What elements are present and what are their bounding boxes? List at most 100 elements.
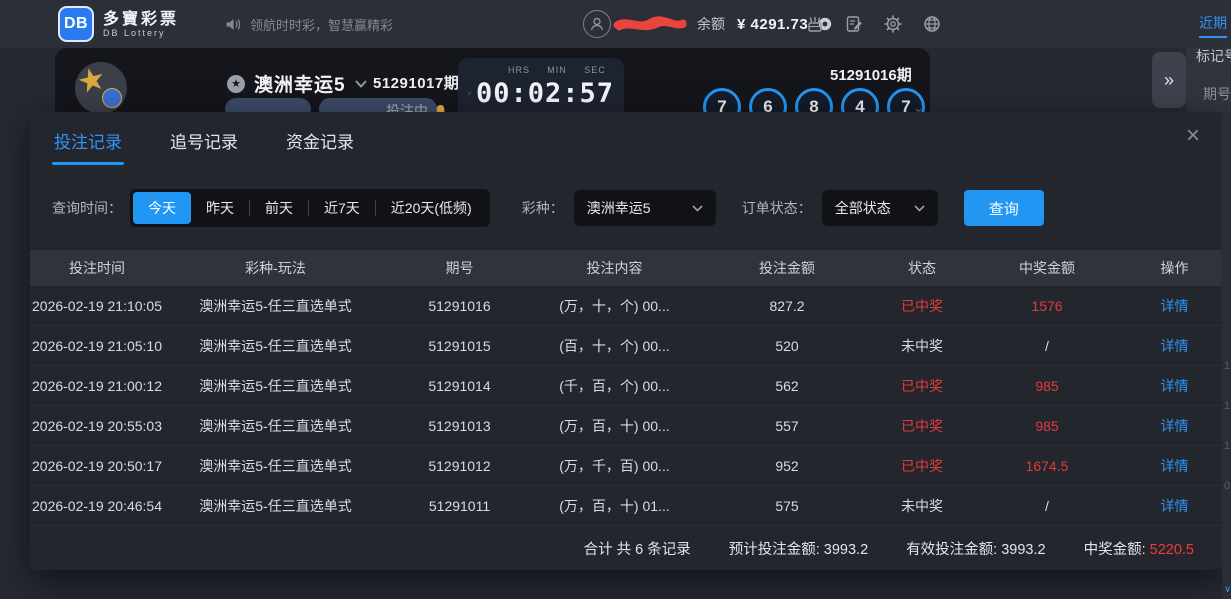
tab-chase-records[interactable]: 追号记录	[170, 128, 238, 165]
cell-content: (万，十，个) 00...	[532, 296, 697, 316]
cell-amount: 575	[697, 498, 877, 514]
current-issue: 51291017期	[373, 72, 459, 93]
cell-status: 已中奖	[877, 456, 967, 476]
cell-issue: 51291013	[387, 418, 532, 434]
table-row: 2026-02-19 20:50:17 澳洲幸运5-任三直选单式 5129101…	[30, 446, 1222, 486]
cell-issue: 51291012	[387, 458, 532, 474]
announcement-text: 领航时时彩，智慧赢精彩	[250, 15, 393, 34]
chevron-down-icon	[914, 205, 925, 212]
globe-icon[interactable]	[922, 14, 942, 34]
edit-note-icon[interactable]	[844, 14, 864, 34]
cell-amount: 562	[697, 378, 877, 394]
cell-issue: 51291014	[387, 378, 532, 394]
col-bet-time: 投注时间	[30, 258, 164, 278]
time-option-yesterday[interactable]: 昨天	[191, 192, 249, 224]
detail-link[interactable]: 详情	[1127, 376, 1222, 396]
hrs-label: HRS	[500, 65, 538, 75]
sliver-digit: 1	[1224, 400, 1230, 412]
min-label: MIN	[538, 65, 576, 75]
table-header: 投注时间 彩种-玩法 期号 投注内容 投注金额 状态 中奖金额 操作	[30, 250, 1222, 286]
cell-time: 2026-02-19 21:10:05	[30, 298, 164, 314]
tab-fund-records[interactable]: 资金记录	[286, 128, 354, 165]
sliver-digit: 1	[1224, 440, 1230, 452]
cell-content: (万，百，十) 00...	[532, 416, 697, 436]
table-row: 2026-02-19 20:55:03 澳洲幸运5-任三直选单式 5129101…	[30, 406, 1222, 446]
chevron-down-icon[interactable]	[355, 80, 367, 88]
lottery-select[interactable]: 澳洲幸运5	[574, 190, 716, 226]
cell-content: (万，千，百) 00...	[532, 456, 697, 476]
sliver-digit: 1	[1224, 360, 1230, 372]
cell-status: 已中奖	[877, 416, 967, 436]
cell-content: (千，百，个) 00...	[532, 376, 697, 396]
brand-logo[interactable]: DB 多寶彩票 DB Lottery	[58, 6, 179, 42]
summary-total: 合计 共 6 条记录	[584, 538, 691, 559]
time-option-today[interactable]: 今天	[133, 192, 191, 224]
summary-win: 中奖金额: 5220.5	[1084, 538, 1194, 559]
query-button[interactable]: 查询	[964, 190, 1044, 226]
cell-time: 2026-02-19 21:00:12	[30, 378, 164, 394]
col-amount: 投注金额	[697, 258, 877, 278]
summary-bar: 合计 共 6 条记录 预计投注金额: 3993.2 有效投注金额: 3993.2…	[30, 526, 1222, 570]
sliver-digit: 0	[1224, 480, 1230, 492]
medal-icon: ★	[227, 75, 245, 93]
tab-bet-records[interactable]: 投注记录	[54, 128, 122, 165]
pen-cup-icon[interactable]	[805, 14, 825, 34]
balance-label: 余额	[697, 14, 725, 34]
col-game-play: 彩种-玩法	[164, 258, 387, 278]
cell-time: 2026-02-19 21:05:10	[30, 338, 164, 354]
side-mark-label[interactable]: 标记号	[1196, 46, 1231, 66]
cell-game: 澳洲幸运5-任三直选单式	[164, 416, 387, 436]
cell-prize: /	[967, 338, 1127, 354]
close-icon[interactable]: ×	[1186, 124, 1200, 148]
order-status-select[interactable]: 全部状态	[822, 190, 938, 226]
side-issue-label: 期号	[1203, 84, 1231, 104]
detail-link[interactable]: 详情	[1127, 296, 1222, 316]
cell-game: 澳洲幸运5-任三直选单式	[164, 376, 387, 396]
cell-time: 2026-02-19 20:50:17	[30, 458, 164, 474]
cell-status: 未中奖	[877, 336, 967, 356]
cell-game: 澳洲幸运5-任三直选单式	[164, 296, 387, 316]
detail-link[interactable]: 详情	[1127, 496, 1222, 516]
lottery-filter-label: 彩种：	[522, 198, 564, 218]
chevron-down-icon	[692, 205, 703, 212]
lottery-select-value: 澳洲幸运5	[587, 198, 651, 218]
detail-link[interactable]: 详情	[1127, 336, 1222, 356]
logo-mark: DB	[58, 6, 94, 42]
recent-tab-link[interactable]: 近期	[1199, 13, 1227, 38]
table-body: 2026-02-19 21:10:05 澳洲幸运5-任三直选单式 5129101…	[30, 286, 1222, 526]
modal-tabs: 投注记录 追号记录 资金记录	[30, 112, 1222, 165]
cell-time: 2026-02-19 20:55:03	[30, 418, 164, 434]
cell-amount: 952	[697, 458, 877, 474]
user-avatar[interactable]	[583, 10, 611, 38]
redacted-username	[613, 12, 687, 36]
alarm-clock-icon	[468, 86, 471, 101]
sec-label: SEC	[576, 65, 614, 75]
ball-icon	[102, 88, 122, 108]
table-row: 2026-02-19 21:10:05 澳洲幸运5-任三直选单式 5129101…	[30, 286, 1222, 326]
cell-content: (百，十，个) 00...	[532, 336, 697, 356]
speaker-icon	[225, 17, 242, 32]
col-prize: 中奖金额	[967, 258, 1127, 278]
cell-amount: 520	[697, 338, 877, 354]
detail-link[interactable]: 详情	[1127, 416, 1222, 436]
time-option-20days[interactable]: 近20天(低频)	[376, 192, 487, 224]
collapse-panel-button[interactable]: »	[1152, 52, 1186, 108]
settings-gear-icon[interactable]	[883, 14, 903, 34]
person-icon	[589, 16, 605, 32]
cell-issue: 51291016	[387, 298, 532, 314]
cell-content: (万，百，十) 01...	[532, 496, 697, 516]
last-issue: 51291016期	[830, 64, 912, 85]
logo-subtitle: DB Lottery	[103, 28, 179, 38]
table-row: 2026-02-19 20:46:54 澳洲幸运5-任三直选单式 5129101…	[30, 486, 1222, 526]
cell-amount: 557	[697, 418, 877, 434]
summary-win-value: 5220.5	[1150, 542, 1194, 558]
filter-bar: 查询时间： 今天 昨天 前天 近7天 近20天(低频) 彩种： 澳洲幸运5 订单…	[52, 188, 1200, 228]
time-option-7days[interactable]: 近7天	[309, 192, 375, 224]
app-screen: 标记号 期号 » ★ ★ 澳洲幸运5 51291017期 投注中 HRS MIN…	[0, 0, 1231, 599]
detail-link[interactable]: 详情	[1127, 456, 1222, 476]
order-status-value: 全部状态	[835, 198, 891, 218]
game-title: 澳洲幸运5	[254, 70, 346, 97]
time-option-daybefore[interactable]: 前天	[250, 192, 308, 224]
table-row: 2026-02-19 21:00:12 澳洲幸运5-任三直选单式 5129101…	[30, 366, 1222, 406]
col-issue: 期号	[387, 258, 532, 278]
